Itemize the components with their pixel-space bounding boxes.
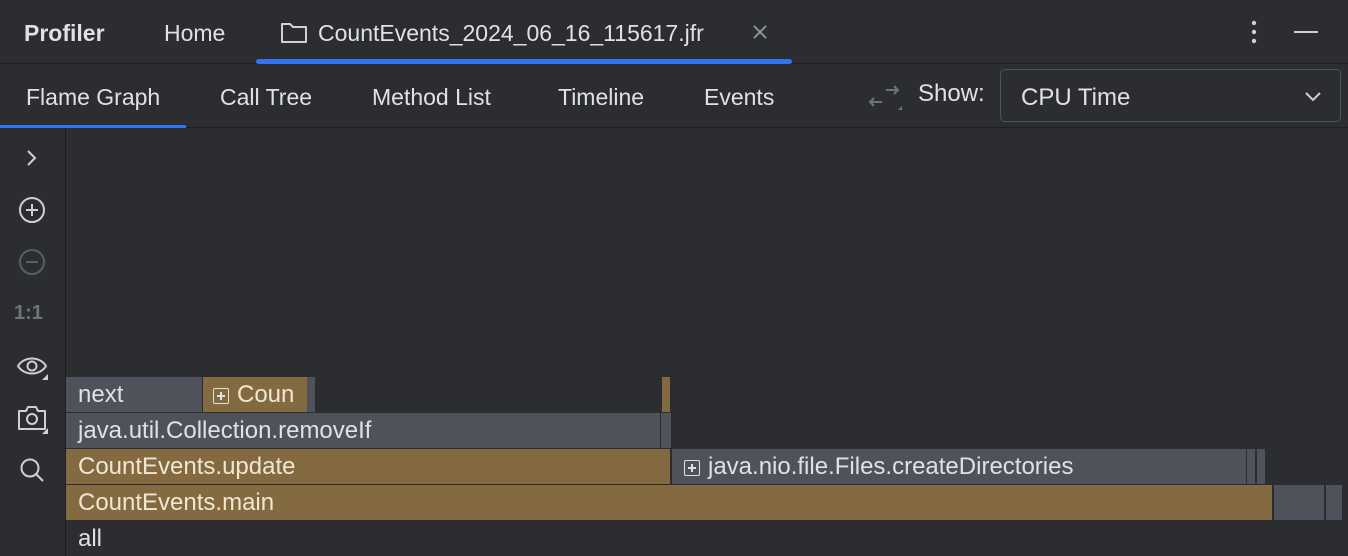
flame-frame-all[interactable]: all [66,521,1348,556]
app-title: Profiler [24,20,105,46]
tab-method-list[interactable]: Method List [372,64,491,128]
eye-icon[interactable] [16,350,48,382]
top-bar: Profiler Home CountEvents_2024_06_16_115… [0,0,1348,64]
flame-graph: next Coun java.util.Collection.removeIf … [66,128,1348,556]
search-icon[interactable] [16,454,48,486]
flame-frame-small[interactable] [1257,449,1265,484]
folder-icon [281,23,307,43]
close-icon[interactable] [750,22,770,42]
zoom-in-icon[interactable] [16,194,48,226]
show-label: Show: [918,80,985,107]
flame-frame-small[interactable] [662,377,670,412]
tab-file-label: CountEvents_2024_06_16_115617.jfr [318,20,704,46]
flame-frame-small[interactable] [1247,449,1255,484]
show-dropdown-value: CPU Time [1021,84,1131,111]
expand-frame-icon [213,388,229,404]
flame-frame-small[interactable] [661,413,671,448]
flame-frame-label: java.nio.file.Files.createDirectories [708,453,1074,480]
flame-frame-small[interactable] [1326,485,1342,520]
flame-frame-update[interactable]: CountEvents.update [66,449,670,484]
flame-frame-counts[interactable]: Coun [203,377,307,412]
show-dropdown[interactable]: CPU Time [1000,69,1341,122]
actual-size-button[interactable]: 1:1 [14,302,43,325]
flame-frame-next[interactable]: next [66,377,202,412]
minimize-icon[interactable] [1292,20,1320,44]
tab-file[interactable]: CountEvents_2024_06_16_115617.jfr [256,0,792,64]
view-tab-bar: Flame Graph Call Tree Method List Timeli… [0,64,1348,129]
flame-frame-removeif[interactable]: java.util.Collection.removeIf [66,413,660,448]
tab-timeline[interactable]: Timeline [558,64,644,128]
expand-frame-icon [684,460,700,476]
chevron-down-icon [1305,92,1321,102]
tab-events[interactable]: Events [704,64,774,128]
tab-flame-graph[interactable]: Flame Graph [0,64,187,129]
tab-call-tree[interactable]: Call Tree [220,64,312,128]
flame-frame-create-directories[interactable]: java.nio.file.Files.createDirectories [672,449,1246,484]
flame-toolbar: 1:1 [0,128,66,556]
tab-home[interactable]: Home [164,20,225,47]
flame-frame-small[interactable] [1274,485,1324,520]
swap-arrows-icon[interactable] [866,80,902,112]
zoom-out-icon[interactable] [16,246,48,278]
flame-frame-label: Coun [237,381,295,408]
camera-icon[interactable] [16,402,48,434]
more-options-icon[interactable] [1244,16,1264,48]
flame-frame-small[interactable] [307,377,315,412]
expand-icon[interactable] [16,142,48,174]
flame-frame-main[interactable]: CountEvents.main [66,485,1272,520]
